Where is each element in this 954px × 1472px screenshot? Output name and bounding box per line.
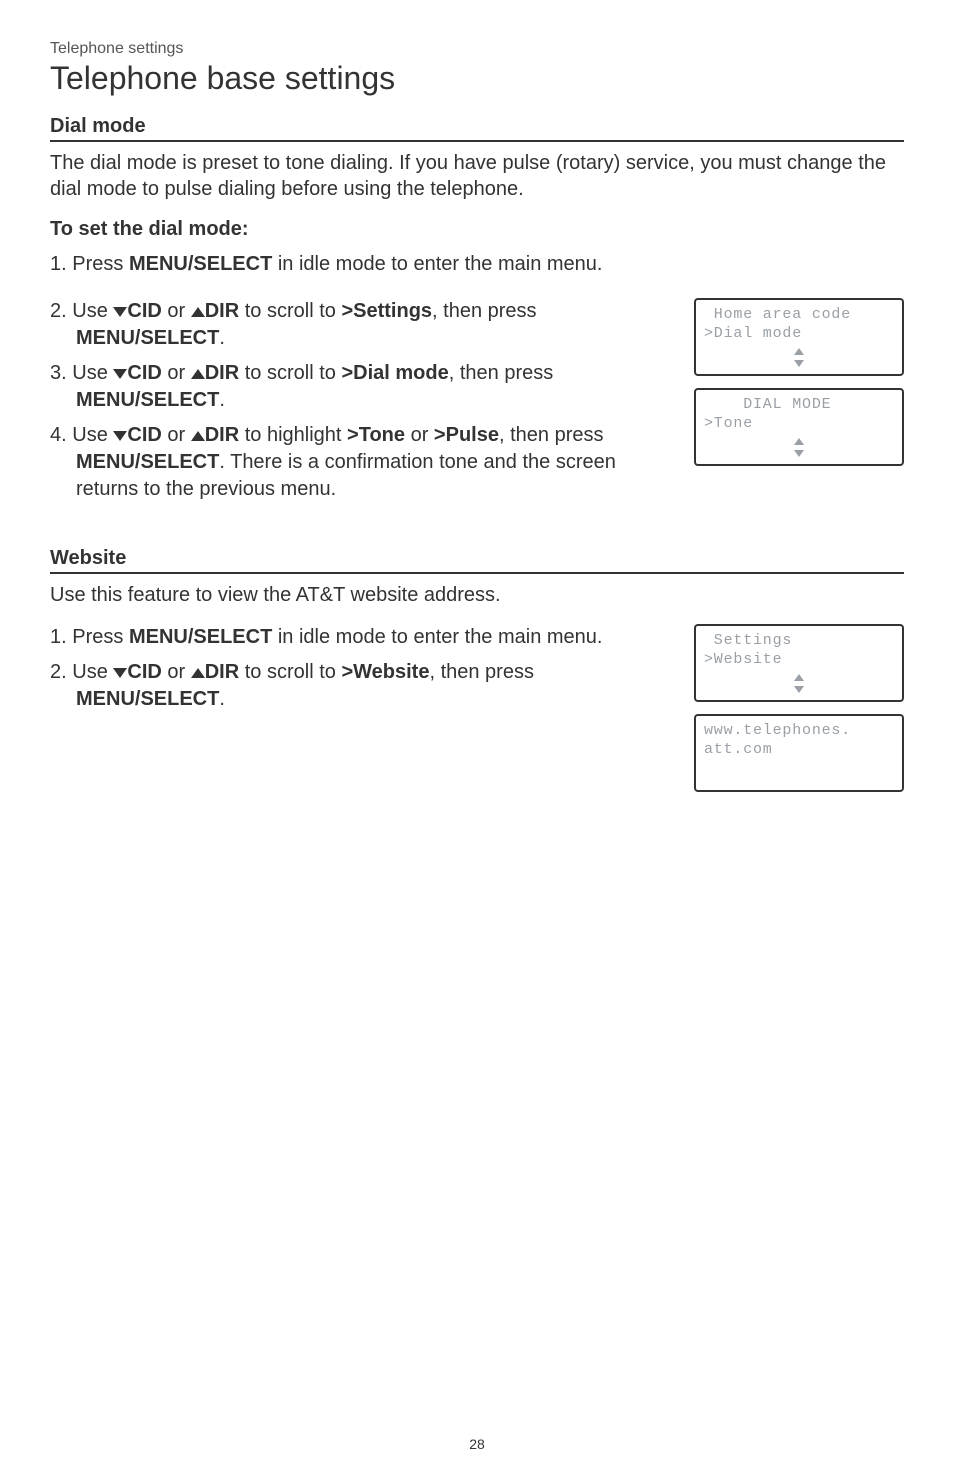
step-1: 1. Press MENU/SELECT in idle mode to ent… <box>50 251 904 278</box>
website-intro: Use this feature to view the AT&T websit… <box>50 582 904 608</box>
t: to scroll to <box>239 300 341 322</box>
triangle-up-icon <box>794 674 804 681</box>
t: . <box>219 327 225 349</box>
t: in idle mode to enter the main menu. <box>272 626 602 648</box>
step-2: 2. Use CID or DIR to scroll to >Settings… <box>50 298 682 352</box>
t: or <box>162 424 191 446</box>
section-rule <box>50 572 904 574</box>
lcd-scroll-arrows <box>704 348 894 369</box>
menu-label: MENU <box>76 327 135 349</box>
lcd-line: Home area code <box>704 306 894 323</box>
triangle-down-icon <box>794 450 804 457</box>
t: to scroll to <box>239 362 341 384</box>
dial-mode-target: >Dial mode <box>341 362 448 384</box>
website-target: >Website <box>341 661 429 683</box>
triangle-up-icon <box>191 668 205 678</box>
triangle-down-icon <box>113 668 127 678</box>
section-website: Website Use this feature to view the AT&… <box>50 547 904 792</box>
triangle-up-icon <box>191 431 205 441</box>
t: to scroll to <box>239 661 341 683</box>
cid-label: CID <box>127 362 161 384</box>
lcd-scroll-arrows <box>704 438 894 459</box>
website-step-1: 1. Press MENU/SELECT in idle mode to ent… <box>50 624 650 651</box>
lcd-line: www.telephones. <box>704 722 894 739</box>
triangle-up-icon <box>794 438 804 445</box>
section-rule <box>50 140 904 142</box>
triangle-up-icon <box>794 348 804 355</box>
page-number: 28 <box>0 1436 954 1452</box>
step-1-tail: in idle mode to enter the main menu. <box>272 253 602 275</box>
menu-label: MENU/ <box>129 253 193 275</box>
t: Use <box>72 300 113 322</box>
website-step-2: 2. Use CID or DIR to scroll to >Website,… <box>50 659 650 713</box>
lcd-screen-website-url: www.telephones. att.com <box>694 714 904 792</box>
triangle-down-icon <box>113 369 127 379</box>
tone-target: >Tone <box>347 424 405 446</box>
lcd-line: att.com <box>704 741 894 758</box>
select-label: /SELECT <box>135 389 219 411</box>
t: or <box>162 300 191 322</box>
dial-mode-steps: 1. Press MENU/SELECT in idle mode to ent… <box>50 251 904 278</box>
dir-label: DIR <box>205 661 239 683</box>
dial-mode-intro: The dial mode is preset to tone dialing.… <box>50 150 904 202</box>
t: , then press <box>449 362 554 384</box>
to-set-dial-mode-heading: To set the dial mode: <box>50 218 904 241</box>
select-label: /SELECT <box>135 688 219 710</box>
select-label: SELECT <box>193 626 272 648</box>
triangle-up-icon <box>191 369 205 379</box>
lcd-scroll-arrows <box>704 674 894 695</box>
t: . <box>219 688 225 710</box>
pulse-target: >Pulse <box>434 424 499 446</box>
cid-label: CID <box>127 661 161 683</box>
dial-mode-steps2: 2. Use CID or DIR to scroll to >Settings… <box>50 298 682 503</box>
step-1-text: Press <box>72 253 129 275</box>
menu-label: MENU/ <box>129 626 193 648</box>
select-label: SELECT <box>193 253 272 275</box>
t: , then press <box>432 300 537 322</box>
cid-label: CID <box>127 424 161 446</box>
t: Use <box>72 424 113 446</box>
lcd-line: >Tone <box>704 415 894 432</box>
section-dial-mode: Dial mode The dial mode is preset to ton… <box>50 115 904 523</box>
lcd-line: DIAL MODE <box>704 396 894 413</box>
t: or <box>162 362 191 384</box>
select-label: /SELECT <box>135 327 219 349</box>
lcd-screen-website-menu: Settings >Website <box>694 624 904 702</box>
triangle-down-icon <box>794 686 804 693</box>
t: Press <box>72 626 129 648</box>
step-4: 4. Use CID or DIR to highlight >Tone or … <box>50 422 682 503</box>
step-3: 3. Use CID or DIR to scroll to >Dial mod… <box>50 360 682 414</box>
t: Use <box>72 362 113 384</box>
menu-label: MENU <box>76 389 135 411</box>
menu-label: MENU <box>76 688 135 710</box>
t: to highlight <box>239 424 347 446</box>
select-label: /SELECT <box>135 451 219 473</box>
t: Use <box>72 661 113 683</box>
lcd-line: >Website <box>704 651 894 668</box>
lcd-screen-settings: Home area code >Dial mode <box>694 298 904 376</box>
triangle-down-icon <box>113 307 127 317</box>
page-title: Telephone base settings <box>50 60 904 97</box>
t: or <box>162 661 191 683</box>
triangle-up-icon <box>191 307 205 317</box>
breadcrumb: Telephone settings <box>50 40 904 58</box>
dir-label: DIR <box>205 300 239 322</box>
lcd-line: Settings <box>704 632 894 649</box>
lcd-screen-dial-mode: DIAL MODE >Tone <box>694 388 904 466</box>
dir-label: DIR <box>205 424 239 446</box>
cid-label: CID <box>127 300 161 322</box>
menu-label: MENU <box>76 451 135 473</box>
website-steps: 1. Press MENU/SELECT in idle mode to ent… <box>50 624 682 713</box>
dir-label: DIR <box>205 362 239 384</box>
lcd-line: >Dial mode <box>704 325 894 342</box>
website-heading: Website <box>50 547 904 570</box>
triangle-down-icon <box>113 431 127 441</box>
t: , then press <box>499 424 604 446</box>
t: . <box>219 389 225 411</box>
dial-mode-heading: Dial mode <box>50 115 904 138</box>
t: , then press <box>429 661 534 683</box>
settings-target: >Settings <box>341 300 432 322</box>
t: or <box>405 424 434 446</box>
triangle-down-icon <box>794 360 804 367</box>
